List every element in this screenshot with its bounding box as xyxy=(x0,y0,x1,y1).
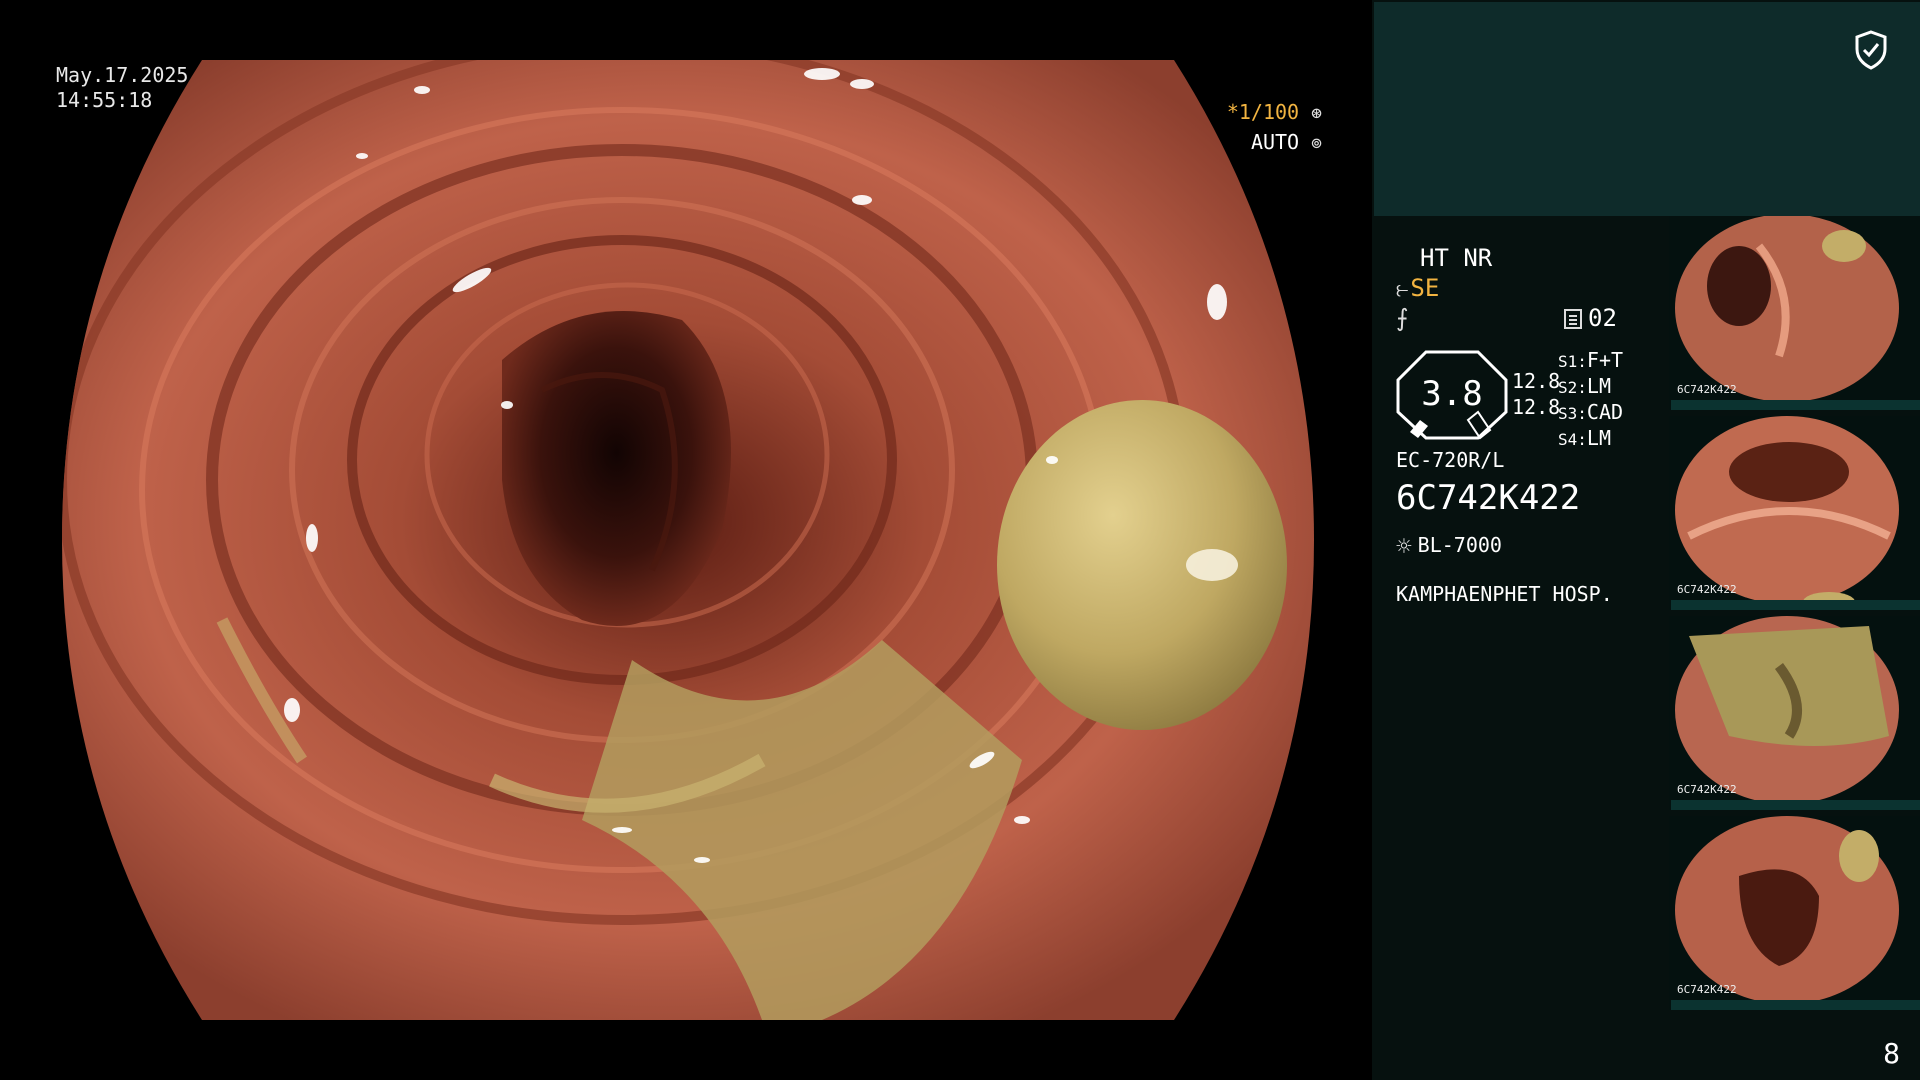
time-label: 14:55:18 xyxy=(56,88,153,112)
scope-setting-s4: S4:LM xyxy=(1558,426,1611,450)
light-source-icon: ☼ xyxy=(1396,532,1412,562)
structure-icon: ⥼ xyxy=(1396,277,1409,302)
sidebar-header xyxy=(1374,2,1920,216)
endoscope-view: May.17.2025 14:55:18 *1/100 ⊛ AUTO ⊚ xyxy=(0,0,1372,1080)
thumbnail-image xyxy=(1675,416,1899,610)
thumbnail-bar xyxy=(1671,600,1920,610)
thumbnail-list: 6C742K422 6C742K422 6C742K422 6C742K422 xyxy=(1669,216,1920,1016)
scope-setting-s3: S3:CAD xyxy=(1558,400,1624,424)
level-value-1: 12.8 xyxy=(1512,369,1561,393)
date-time-stamp: May.17.2025 14:55:18 xyxy=(56,63,188,113)
light-source: ☼ BL-7000 xyxy=(1396,532,1502,562)
shutter-prefix: * xyxy=(1226,100,1239,124)
scope-switch-settings: S1:F+T S2:LM S3:CAD S4:LM xyxy=(1558,348,1623,452)
date-label: May.17.2025 xyxy=(56,63,189,87)
scope-setting-s1: S1:F+T xyxy=(1558,348,1624,372)
light-source-label: BL-7000 xyxy=(1417,533,1502,557)
iris-mode-label: AUTO xyxy=(1250,130,1300,154)
thumbnail-serial: 6C742K422 xyxy=(1677,383,1737,396)
level-value-2: 12.8 xyxy=(1512,395,1561,419)
thumbnail-image xyxy=(1675,816,1899,1004)
enhancement-label: SE xyxy=(1410,274,1440,302)
page-number: 8 xyxy=(1883,1037,1900,1070)
memory-value: 02 xyxy=(1588,304,1617,332)
shutter-info: *1/100 ⊛ AUTO ⊚ xyxy=(1227,98,1322,158)
thumbnail-bar xyxy=(1671,800,1920,810)
thumbnail-serial: 6C742K422 xyxy=(1677,583,1737,596)
memory-icon xyxy=(1564,309,1582,329)
thumbnail-3[interactable]: 6C742K422 xyxy=(1669,616,1920,810)
enhancement-indicator: ⥼SE xyxy=(1396,274,1439,302)
thumbnail-image xyxy=(1675,616,1899,804)
thumbnail-image xyxy=(1675,216,1899,402)
scope-serial: 6C742K422 xyxy=(1396,478,1581,518)
color-icon: ⨍ xyxy=(1396,304,1409,332)
hospital-name: KAMPHAENPHET HOSP. xyxy=(1396,582,1613,606)
thumbnail-serial: 6C742K422 xyxy=(1677,983,1737,996)
shutter-value: 1/100 xyxy=(1238,100,1300,124)
aperture-icon: ⊛ xyxy=(1311,103,1322,124)
shield-check-icon xyxy=(1855,30,1887,70)
shutter-speed: *1/100 ⊛ xyxy=(1227,98,1322,128)
thumbnail-bar xyxy=(1671,1000,1920,1010)
scope-setting-s2: S2:LM xyxy=(1558,374,1611,398)
thumbnail-1[interactable]: 6C742K422 xyxy=(1669,216,1920,410)
iris-icon: ⊚ xyxy=(1311,133,1322,154)
thumbnail-bar xyxy=(1671,400,1920,410)
memory-indicator: 02 xyxy=(1564,304,1617,332)
endoscopic-image xyxy=(62,60,1314,1020)
gain-value: 3.8 xyxy=(1421,374,1483,414)
thumbnail-4[interactable]: 6C742K422 xyxy=(1669,816,1920,1010)
thumbnail-serial: 6C742K422 xyxy=(1677,783,1737,796)
scope-model: EC-720R/L xyxy=(1396,448,1505,472)
thumbnail-2[interactable]: 6C742K422 xyxy=(1669,416,1920,610)
iris-mode: AUTO ⊚ xyxy=(1227,128,1322,158)
mode-indicators: HT NR xyxy=(1420,244,1493,272)
level-values: 12.8 12.8 xyxy=(1512,368,1560,420)
